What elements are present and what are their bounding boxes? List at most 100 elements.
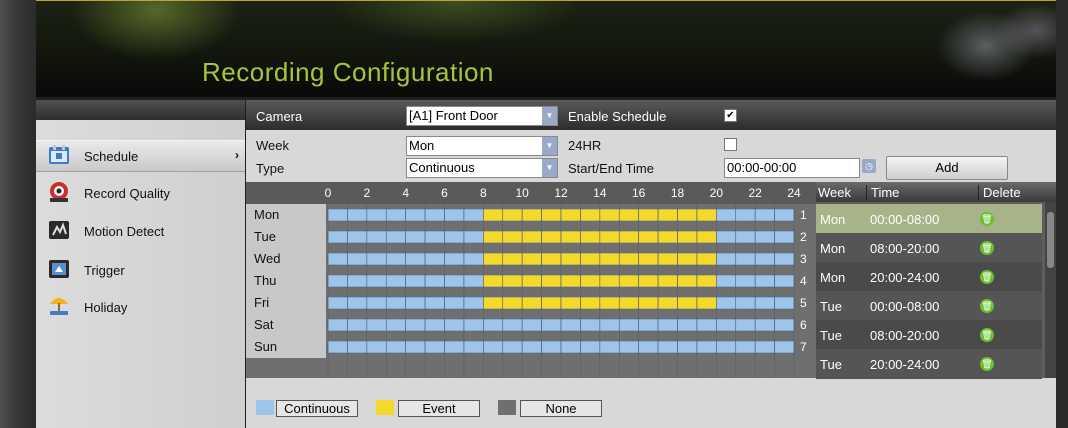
- schedule-cell: [347, 252, 368, 266]
- schedule-cell: [385, 296, 406, 310]
- none-swatch[interactable]: [498, 400, 516, 415]
- continuous-legend-label[interactable]: Continuous: [276, 400, 358, 417]
- hour-tick-label: 0: [325, 186, 332, 200]
- schedule-cell: [677, 230, 698, 244]
- record-icon: [50, 182, 68, 202]
- list-row-week: Tue: [820, 328, 842, 343]
- schedule-cell: [405, 208, 426, 222]
- schedule-cell: [483, 208, 504, 222]
- schedule-area: 0 2 4 6 8 10 12 14 16 18 20 22 24 Mon 1 Tue 2 Wed 3 Thu 4 Fri…: [246, 182, 816, 378]
- schedule-cell: [677, 340, 698, 354]
- list-header: Week Time Delete: [816, 182, 1056, 202]
- schedule-cell: [774, 230, 795, 244]
- enable-schedule-label: Enable Schedule: [568, 109, 667, 124]
- list-row[interactable]: Tue 00:00-08:00 🗑: [816, 291, 1042, 321]
- list-row[interactable]: Mon 20:00-24:00 🗑: [816, 262, 1042, 292]
- start-end-time-label: Start/End Time: [568, 161, 654, 176]
- list-scrollbar[interactable]: [1045, 202, 1056, 378]
- list-row[interactable]: Mon 00:00-08:00 🗑: [816, 204, 1042, 234]
- schedule-cell: [754, 318, 775, 332]
- event-legend-label[interactable]: Event: [398, 400, 480, 417]
- schedule-cell: [599, 274, 620, 288]
- schedule-cell: [754, 274, 775, 288]
- delete-icon[interactable]: 🗑: [980, 241, 994, 255]
- schedule-grid[interactable]: 0 2 4 6 8 10 12 14 16 18 20 22 24Mon 1Tue 2Wed 3Thu 4Fri…: [246, 182, 816, 378]
- schedule-cell: [735, 230, 756, 244]
- schedule-cell: [347, 208, 368, 222]
- row-number: 6: [800, 318, 807, 332]
- schedule-cell: [463, 230, 484, 244]
- sidebar-item-motion-detect[interactable]: Motion Detect: [36, 216, 245, 246]
- none-legend-label[interactable]: None: [520, 400, 602, 417]
- schedule-list: Week Time Delete Mon 00:00-08:00 🗑 Mon 08:00…: [816, 182, 1056, 379]
- list-row[interactable]: Mon 08:00-20:00 🗑: [816, 233, 1042, 263]
- sidebar-item-holiday[interactable]: Holiday: [36, 292, 245, 322]
- schedule-cell: [502, 340, 523, 354]
- schedule-cell: [599, 208, 620, 222]
- hour-tick-label: 6: [441, 186, 448, 200]
- enable-schedule-checkbox[interactable]: ✔: [724, 109, 737, 122]
- schedule-cell: [696, 296, 717, 310]
- schedule-cell: [754, 340, 775, 354]
- clock-icon[interactable]: ◷: [862, 159, 876, 173]
- delete-icon[interactable]: 🗑: [980, 212, 994, 226]
- sidebar-item-trigger[interactable]: Trigger: [36, 255, 245, 285]
- schedule-cell: [677, 252, 698, 266]
- hour-tick-label: 24: [787, 186, 801, 200]
- list-row[interactable]: Tue 08:00-20:00 🗑: [816, 320, 1042, 350]
- delete-icon[interactable]: 🗑: [980, 299, 994, 313]
- scrollbar-thumb[interactable]: [1047, 212, 1054, 268]
- 24hr-checkbox[interactable]: [724, 138, 737, 151]
- schedule-cell: [774, 252, 795, 266]
- schedule-cell: [599, 318, 620, 332]
- delete-icon[interactable]: 🗑: [980, 357, 994, 371]
- schedule-cell: [735, 318, 756, 332]
- schedule-cell: [696, 318, 717, 332]
- row-number: 4: [800, 274, 807, 288]
- schedule-cell: [405, 296, 426, 310]
- schedule-cell: [444, 340, 465, 354]
- add-button[interactable]: Add: [886, 156, 1008, 180]
- week-select[interactable]: Mon ▼: [406, 136, 558, 156]
- schedule-cell: [774, 318, 795, 332]
- hour-tick-label: 2: [363, 186, 370, 200]
- camera-select[interactable]: [A1] Front Door ▼: [406, 106, 558, 126]
- schedule-cell: [638, 296, 659, 310]
- schedule-cell: [424, 340, 445, 354]
- schedule-cell: [716, 230, 737, 244]
- schedule-cell: [696, 274, 717, 288]
- list-row-time: 00:00-08:00: [870, 212, 940, 227]
- type-select[interactable]: Continuous ▼: [406, 158, 558, 178]
- row-number: 2: [800, 230, 807, 244]
- right-border: [1056, 0, 1068, 428]
- row-number: 1: [800, 208, 807, 222]
- continuous-swatch[interactable]: [256, 400, 274, 415]
- list-row[interactable]: Tue 20:00-24:00 🗑: [816, 349, 1042, 379]
- schedule-cell: [560, 318, 581, 332]
- delete-icon[interactable]: 🗑: [980, 270, 994, 284]
- delete-icon[interactable]: 🗑: [980, 328, 994, 342]
- schedule-cell: [560, 296, 581, 310]
- schedule-cell: [657, 274, 678, 288]
- schedule-cell: [677, 208, 698, 222]
- schedule-cell: [366, 252, 387, 266]
- list-row-week: Tue: [820, 299, 842, 314]
- event-swatch[interactable]: [376, 400, 394, 415]
- schedule-cell: [716, 296, 737, 310]
- header-banner: Recording Configuration: [36, 0, 1056, 97]
- schedule-cell: [716, 208, 737, 222]
- start-end-time-input[interactable]: 00:00-00:00: [724, 158, 860, 178]
- schedule-cell: [366, 296, 387, 310]
- schedule-cell: [424, 230, 445, 244]
- schedule-cell: [754, 252, 775, 266]
- sidebar-item-schedule[interactable]: Schedule ›: [36, 140, 245, 172]
- schedule-cell: [385, 274, 406, 288]
- schedule-cell: [657, 208, 678, 222]
- schedule-cell: [444, 252, 465, 266]
- hour-tick-label: 8: [480, 186, 487, 200]
- sidebar-item-record-quality[interactable]: Record Quality: [36, 178, 245, 208]
- schedule-cell: [521, 296, 542, 310]
- hour-tick-label: 20: [710, 186, 724, 200]
- schedule-cell: [580, 208, 601, 222]
- sidebar-item-label: Record Quality: [84, 186, 170, 201]
